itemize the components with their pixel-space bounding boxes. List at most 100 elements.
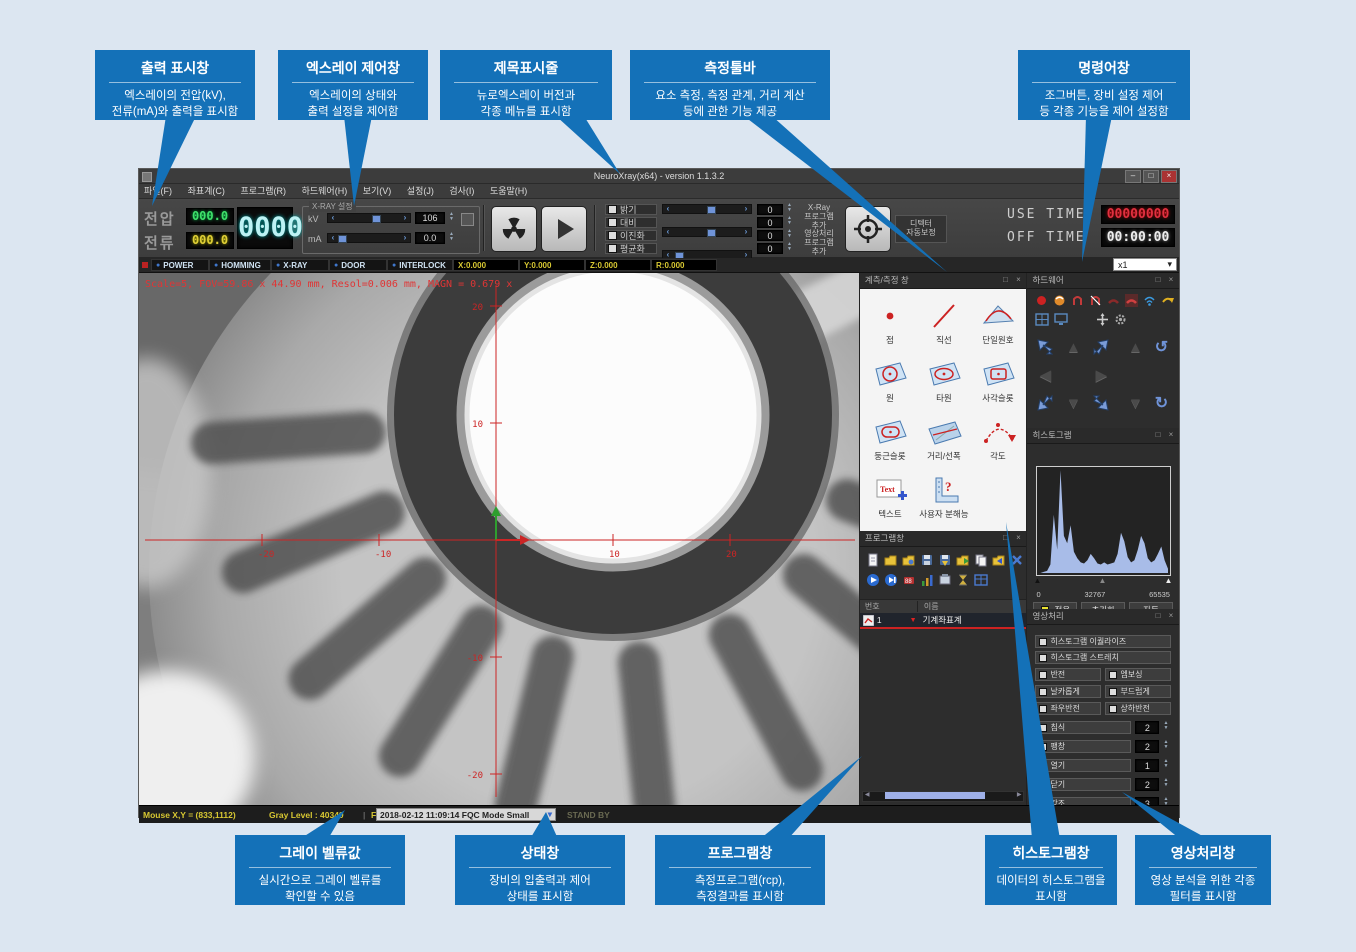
jog-up-button[interactable]: ▲	[1061, 335, 1085, 359]
toggle-open[interactable]: 열기	[1035, 759, 1131, 772]
dilation-spinner[interactable]: ▲▼	[1161, 740, 1170, 750]
rotate-cw-button[interactable]: ↻	[1149, 391, 1173, 415]
toggle-smooth[interactable]: 부드럽게	[1105, 685, 1171, 698]
result-chart-icon[interactable]	[920, 573, 934, 587]
tool-angle[interactable]: 각도	[972, 417, 1024, 462]
export-folder-icon[interactable]	[956, 553, 970, 567]
toggle-hist-stretch[interactable]: 히스토그램 스트레치	[1035, 651, 1171, 664]
open-value[interactable]: 1	[1135, 759, 1159, 772]
rotate-ccw-button[interactable]: ↺	[1149, 335, 1173, 359]
dilation-value[interactable]: 2	[1135, 740, 1159, 753]
handset-active-icon[interactable]	[1125, 294, 1138, 307]
run-step-icon[interactable]	[884, 573, 898, 587]
stop-icon[interactable]: 88	[902, 573, 916, 587]
close-button[interactable]: ×	[1161, 170, 1177, 183]
contrast-spinner[interactable]: ▲▼	[785, 216, 794, 226]
detector-calibration-button[interactable]: 디텍터 자동보정	[895, 215, 947, 243]
open-spinner[interactable]: ▲▼	[1161, 759, 1170, 769]
tool-circle[interactable]: 원	[864, 359, 916, 404]
menu-file[interactable]: 파일(F)	[144, 184, 172, 198]
pin-icon[interactable]: □	[1000, 275, 1010, 285]
close-icon[interactable]: ×	[1166, 611, 1176, 621]
measure-panel-header[interactable]: 계측/측정 창 □ ×	[860, 273, 1027, 289]
close-icon[interactable]: ×	[1166, 275, 1176, 285]
brightness-value[interactable]: 0	[757, 204, 783, 215]
pin-icon[interactable]: □	[1153, 275, 1163, 285]
jog-up-right-button[interactable]	[1089, 335, 1113, 359]
monitor-icon[interactable]	[1054, 313, 1068, 326]
col-name[interactable]: 이름	[918, 601, 939, 612]
close-op-value[interactable]: 2	[1135, 778, 1159, 791]
brightness-slider[interactable]: ‹›	[662, 204, 752, 214]
contrast-slider[interactable]: ‹›	[662, 227, 752, 237]
binarize-toggle[interactable]: 이진화	[605, 230, 657, 241]
scroll-left-icon[interactable]: ◀	[865, 792, 870, 799]
ma-slider-thumb[interactable]	[338, 235, 347, 243]
contrast-toggle[interactable]: 대비	[605, 217, 657, 228]
tool-single-arc[interactable]: 단일원호	[972, 301, 1024, 346]
save-icon[interactable]	[920, 553, 934, 567]
close-icon[interactable]: ×	[1013, 275, 1023, 285]
histogram-panel-header[interactable]: 히스토그램 □ ×	[1027, 428, 1179, 444]
tool-ellipse[interactable]: 타원	[918, 359, 970, 404]
checkbox-icon[interactable]	[608, 218, 617, 227]
xray-on-button[interactable]	[491, 206, 537, 252]
pin-icon[interactable]: □	[1153, 611, 1163, 621]
wifi-icon[interactable]	[1143, 294, 1156, 307]
tool-distance[interactable]: 거리/선폭	[918, 417, 970, 462]
tool-text[interactable]: Text 텍스트	[864, 475, 916, 520]
restore-button[interactable]: □	[1143, 170, 1159, 183]
program-hscrollbar[interactable]: ◀ ▶	[862, 791, 1025, 802]
scroll-right-icon[interactable]: ▶	[1017, 792, 1022, 799]
jog-down-right-button[interactable]	[1089, 391, 1113, 415]
gear-icon[interactable]	[1114, 313, 1127, 326]
tool-user-resolution[interactable]: ? 사용자 분해능	[918, 475, 970, 520]
menu-settings[interactable]: 설정(J)	[407, 184, 434, 198]
kv-extra-button[interactable]	[461, 213, 474, 226]
imageproc-panel-header[interactable]: 영상처리 □ ×	[1027, 609, 1179, 625]
program-row[interactable]: 1 ▼ 기계좌표계	[860, 613, 1027, 629]
undo-arrow-icon[interactable]	[1161, 294, 1174, 307]
slider-left-icon[interactable]: ‹	[328, 214, 338, 222]
close-icon[interactable]: ×	[1166, 430, 1176, 440]
stage-grid-icon[interactable]	[1035, 313, 1049, 326]
close-op-spinner[interactable]: ▲▼	[1161, 778, 1170, 788]
binarize-value[interactable]: 0	[757, 230, 783, 241]
ma-value[interactable]: 0.0	[415, 232, 445, 244]
toggle-invert[interactable]: 반전	[1035, 668, 1101, 681]
kv-spinner[interactable]: ▲▼	[447, 212, 456, 222]
plug-connect-icon[interactable]	[1071, 294, 1084, 307]
delete-icon[interactable]	[1010, 553, 1024, 567]
menu-hardware[interactable]: 하드웨어(H)	[302, 184, 348, 198]
zoom-select[interactable]: x1▾	[1113, 258, 1177, 271]
toggle-emboss[interactable]: 엠보싱	[1105, 668, 1171, 681]
toggle-close-op[interactable]: 닫기	[1035, 778, 1131, 791]
brightness-toggle[interactable]: 밝기	[605, 204, 657, 215]
erosion-spinner[interactable]: ▲▼	[1161, 721, 1170, 731]
play-button[interactable]	[541, 206, 587, 252]
copy-icon[interactable]	[974, 553, 988, 567]
aux-up-button[interactable]: ▲	[1123, 335, 1147, 359]
jog-right-button[interactable]: ▶	[1089, 363, 1113, 387]
menu-program[interactable]: 프로그램(R)	[240, 184, 286, 198]
hardware-panel-header[interactable]: 하드웨어 □ ×	[1027, 273, 1179, 289]
checkbox-icon[interactable]	[608, 205, 617, 214]
pin-icon[interactable]: □	[1153, 430, 1163, 440]
report-icon[interactable]	[938, 573, 952, 587]
average-value[interactable]: 0	[757, 243, 783, 254]
table-view-icon[interactable]	[974, 573, 988, 587]
hourglass-icon[interactable]	[956, 573, 970, 587]
menu-view[interactable]: 보기(V)	[363, 184, 392, 198]
jog-down-left-button[interactable]	[1033, 391, 1057, 415]
add-xray-program-button[interactable]: X-Ray 프로그램 추가	[797, 204, 841, 230]
ma-spinner[interactable]: ▲▼	[447, 232, 456, 242]
center-target-button[interactable]	[845, 206, 891, 252]
tool-point[interactable]: 점	[864, 301, 916, 346]
histogram-max-handle[interactable]: ▲	[1164, 576, 1172, 585]
jog-up-left-button[interactable]	[1033, 335, 1057, 359]
average-spinner[interactable]: ▲▼	[785, 242, 794, 252]
ma-slider[interactable]: ‹ ›	[327, 233, 411, 243]
toggle-dilation[interactable]: 팽창	[1035, 740, 1131, 753]
menu-coordinate[interactable]: 좌표계(C)	[188, 184, 225, 198]
toggle-flip-h[interactable]: 좌우반전	[1035, 702, 1101, 715]
